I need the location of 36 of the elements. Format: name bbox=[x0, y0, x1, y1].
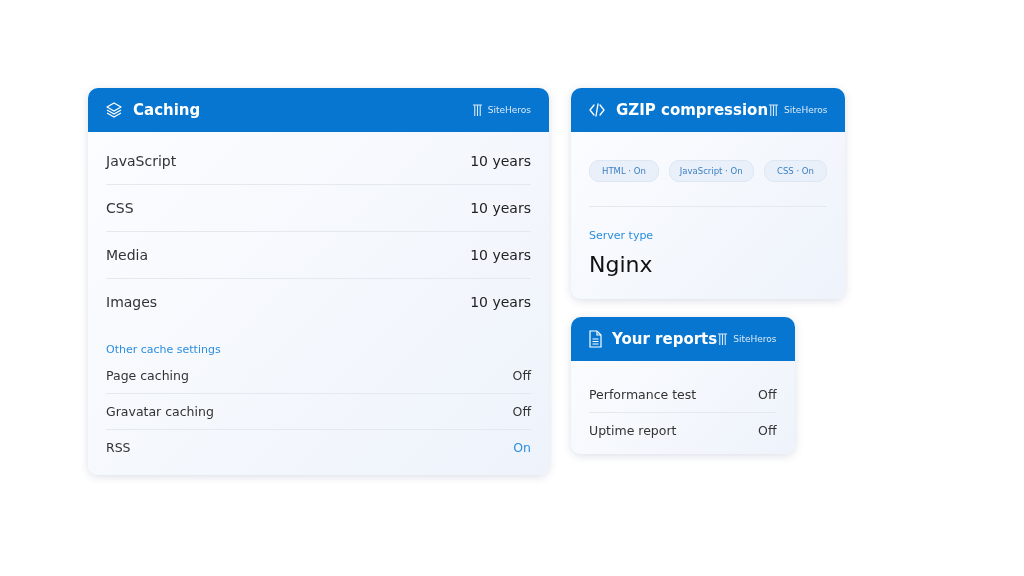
row-value: 10 years bbox=[470, 153, 531, 169]
card-title: Caching bbox=[133, 101, 202, 119]
row-label: CSS bbox=[106, 200, 134, 216]
server-type-value: Nginx bbox=[589, 252, 654, 277]
row-label: JavaScript bbox=[106, 153, 177, 169]
setting-label: Page caching bbox=[106, 368, 189, 383]
logo-icon bbox=[471, 103, 483, 117]
setting-label: Gravatar caching bbox=[106, 404, 214, 419]
report-label: Performance test bbox=[589, 387, 697, 402]
server-type-label: Server type bbox=[589, 229, 655, 242]
card-title: GZIP compression bbox=[616, 101, 769, 119]
setting-status: On bbox=[513, 440, 531, 455]
card-title: Your reports bbox=[612, 330, 718, 348]
document-icon bbox=[588, 330, 602, 348]
report-label: Uptime report bbox=[589, 423, 677, 438]
report-status: Off bbox=[758, 423, 777, 438]
status-chip: CSS · On bbox=[763, 160, 828, 182]
row-value: 10 years bbox=[470, 294, 531, 310]
logo-icon bbox=[768, 103, 780, 117]
logo-icon bbox=[717, 332, 729, 346]
brand-name: SiteHeros bbox=[733, 334, 777, 344]
setting-label: RSS bbox=[106, 440, 131, 455]
row-value: 10 years bbox=[470, 200, 531, 216]
status-chip: HTML · On bbox=[589, 160, 659, 182]
report-status: Off bbox=[758, 387, 777, 402]
setting-status: Off bbox=[512, 368, 531, 383]
row-value: 10 years bbox=[470, 247, 531, 263]
row-label: Media bbox=[106, 247, 149, 263]
setting-status: Off bbox=[512, 404, 531, 419]
brand-name: SiteHeros bbox=[487, 105, 531, 115]
row-label: Images bbox=[106, 294, 158, 310]
status-chip: JavaScript · On bbox=[668, 160, 754, 182]
layers-icon bbox=[105, 101, 123, 119]
section-label: Other cache settings bbox=[106, 343, 222, 356]
brand-name: SiteHeros bbox=[784, 105, 828, 115]
code-icon bbox=[588, 101, 606, 119]
